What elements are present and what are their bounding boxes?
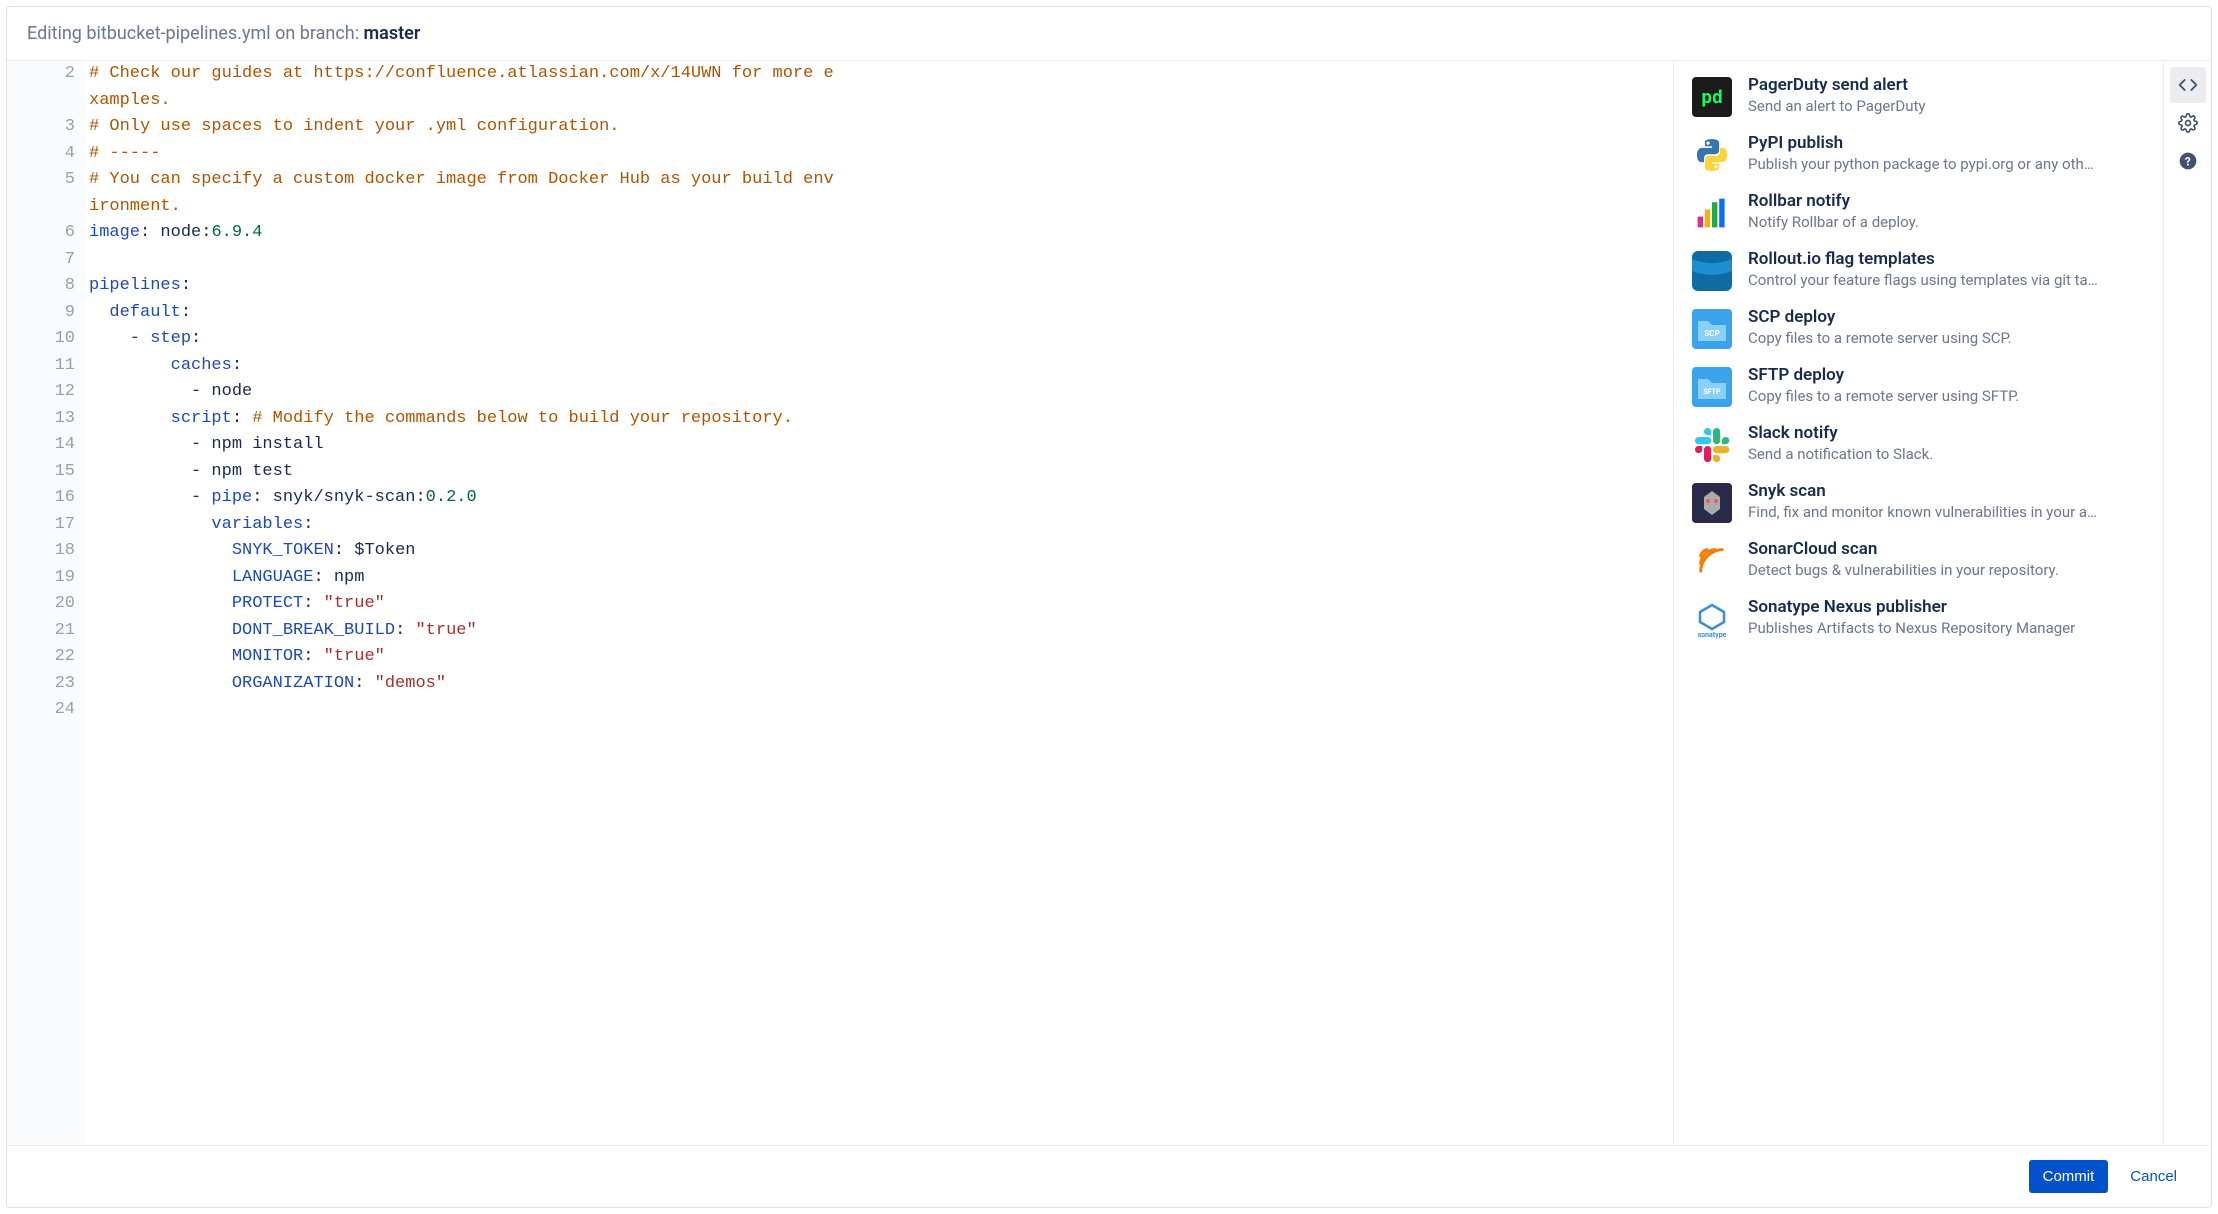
pipe-title: PagerDuty send alert — [1748, 75, 2145, 95]
pipes-sidebar[interactable]: pd PagerDuty send alert Send an alert to P… — [1673, 61, 2163, 1145]
sftp-icon: SFTP — [1692, 367, 1732, 407]
pipe-title: Snyk scan — [1748, 481, 2145, 501]
help-button[interactable] — [2170, 143, 2206, 179]
code-editor[interactable]: 2 345 6789101112131415161718192021222324… — [7, 61, 1673, 1145]
snyk-icon — [1692, 483, 1732, 523]
rollout-icon — [1692, 251, 1732, 291]
pipe-item-sftp[interactable]: SFTP SFTP deploy Copy files to a remote se… — [1674, 357, 2163, 415]
settings-button[interactable] — [2170, 105, 2206, 141]
slack-icon — [1692, 425, 1732, 465]
pipe-desc: Copy files to a remote server using SCP. — [1748, 329, 2145, 347]
svg-text:SCP: SCP — [1704, 329, 1719, 338]
code-view-button[interactable] — [2170, 67, 2206, 103]
pipe-title: Sonatype Nexus publisher — [1748, 597, 2145, 617]
svg-text:sonatype: sonatype — [1698, 631, 1727, 639]
sonatype-icon: sonatype — [1692, 599, 1732, 639]
pipe-desc: Publish your python package to pypi.org … — [1748, 155, 2145, 173]
pipe-item-rollbar[interactable]: Rollbar notify Notify Rollbar of a deploy… — [1674, 183, 2163, 241]
pypi-icon — [1692, 135, 1732, 175]
rollbar-icon — [1692, 193, 1732, 233]
pipe-desc: Publishes Artifacts to Nexus Repository … — [1748, 619, 2145, 637]
pipe-desc: Copy files to a remote server using SFTP… — [1748, 387, 2145, 405]
branch-name: master — [364, 23, 421, 44]
pagerduty-icon: pd — [1692, 77, 1732, 117]
body: 2 345 6789101112131415161718192021222324… — [7, 61, 2211, 1145]
pipe-desc: Control your feature flags using templat… — [1748, 271, 2145, 289]
svg-text:SFTP: SFTP — [1703, 388, 1721, 396]
line-gutter: 2 345 6789101112131415161718192021222324 — [7, 61, 85, 1145]
code-lines[interactable]: # Check our guides at https://confluence… — [85, 61, 834, 1145]
pipe-desc: Find, fix and monitor known vulnerabilit… — [1748, 503, 2145, 521]
pipe-title: SCP deploy — [1748, 307, 2145, 327]
pipe-item-pypi[interactable]: PyPI publish Publish your python package … — [1674, 125, 2163, 183]
pipe-item-rollout[interactable]: Rollout.io flag templates Control your fe… — [1674, 241, 2163, 299]
header: Editing bitbucket-pipelines.yml on branc… — [7, 7, 2211, 61]
pipe-item-sonar[interactable]: SonarCloud scan Detect bugs & vulnerabili… — [1674, 531, 2163, 589]
cancel-button[interactable]: Cancel — [2116, 1160, 2191, 1193]
pipe-title: SonarCloud scan — [1748, 539, 2145, 559]
editor-window: Editing bitbucket-pipelines.yml on branc… — [6, 6, 2212, 1208]
commit-button[interactable]: Commit — [2029, 1160, 2109, 1193]
pipe-title: Rollbar notify — [1748, 191, 2145, 211]
scp-icon: SCP — [1692, 309, 1732, 349]
pipe-desc: Send an alert to PagerDuty — [1748, 97, 2145, 115]
right-toolbar — [2163, 61, 2211, 1145]
pipe-title: Rollout.io flag templates — [1748, 249, 2145, 269]
pipe-desc: Notify Rollbar of a deploy. — [1748, 213, 2145, 231]
pipe-title: PyPI publish — [1748, 133, 2145, 153]
pipe-item-snyk[interactable]: Snyk scan Find, fix and monitor known vul… — [1674, 473, 2163, 531]
pipe-item-sonatype[interactable]: sonatype Sonatype Nexus publisher Publishe… — [1674, 589, 2163, 647]
header-text: Editing bitbucket-pipelines.yml on branc… — [27, 23, 364, 44]
pipe-desc: Send a notification to Slack. — [1748, 445, 2145, 463]
pipe-item-scp[interactable]: SCP SCP deploy Copy files to a remote serv… — [1674, 299, 2163, 357]
footer: Commit Cancel — [7, 1145, 2211, 1207]
pipe-title: Slack notify — [1748, 423, 2145, 443]
sonar-icon — [1692, 541, 1732, 581]
pipe-desc: Detect bugs & vulnerabilities in your re… — [1748, 561, 2145, 579]
pipe-title: SFTP deploy — [1748, 365, 2145, 385]
pipe-item-pagerduty[interactable]: pd PagerDuty send alert Send an alert to P… — [1674, 67, 2163, 125]
pipe-item-slack[interactable]: Slack notify Send a notification to Slack… — [1674, 415, 2163, 473]
